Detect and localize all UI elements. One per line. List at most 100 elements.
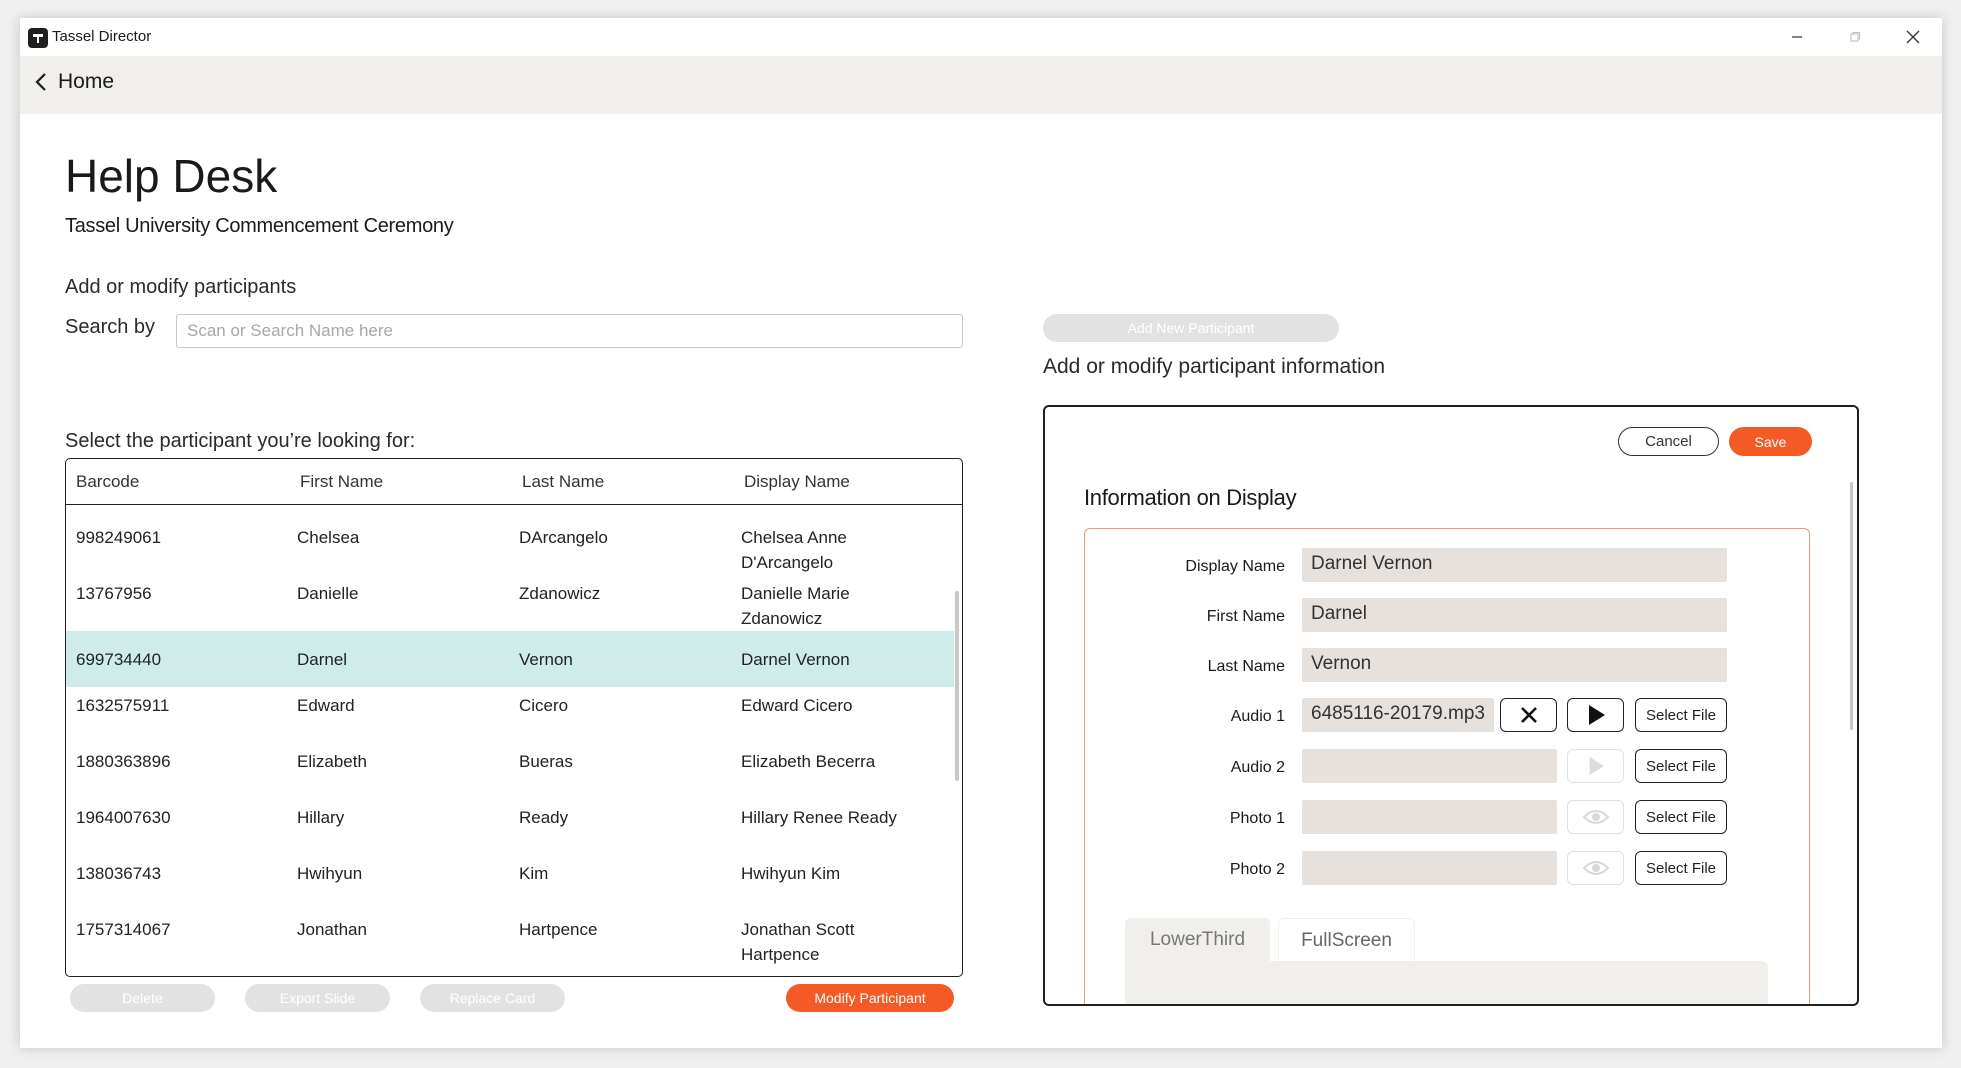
play-icon — [1589, 757, 1604, 775]
table-row[interactable]: 1632575911 Edward Cicero Edward Cicero — [66, 687, 954, 743]
cell-first-name: Danielle — [297, 584, 359, 603]
photo1-select-file-button[interactable]: Select File — [1635, 800, 1727, 834]
nav-bar: Home — [20, 56, 1942, 114]
photo1-preview-button[interactable] — [1567, 800, 1624, 834]
photo1-label: Photo 1 — [1229, 810, 1285, 827]
cell-barcode: 998249061 — [76, 528, 162, 547]
add-new-participant-button[interactable]: Add New Participant — [1043, 314, 1339, 342]
tab-lowerthird[interactable]: LowerThird — [1125, 918, 1270, 962]
app-window: Tassel Director Home Help Desk Tassel Un… — [20, 18, 1942, 1048]
app-title: Tassel Director — [52, 28, 152, 45]
form-scrollbar[interactable] — [1850, 482, 1853, 730]
info-display-box: Display Name Darnel Vernon First Name Da… — [1084, 528, 1810, 1004]
photo1-field[interactable] — [1302, 800, 1557, 834]
tab-fullscreen[interactable]: FullScreen — [1278, 918, 1415, 962]
table-caption: Select the participant you’re looking fo… — [65, 430, 416, 452]
cell-barcode: 13767956 — [76, 584, 152, 603]
eye-icon — [1582, 861, 1609, 875]
close-icon — [1906, 30, 1920, 44]
cell-display-name: Hwihyun Kim — [741, 864, 841, 883]
column-header-first-name[interactable]: First Name — [289, 459, 511, 504]
display-name-label: Display Name — [1185, 558, 1285, 575]
table-row[interactable]: 1964007630 Hillary Ready Hillary Renee R… — [66, 799, 954, 855]
search-by-label: Search by — [65, 316, 156, 338]
cell-last-name: Vernon — [519, 649, 573, 669]
cell-first-name: Hillary — [297, 808, 345, 827]
cell-display-name: Darnel Vernon — [741, 649, 850, 669]
table-row[interactable]: 13767956 Danielle Zdanowicz Danielle Mar… — [66, 575, 954, 631]
export-slide-button[interactable]: Export Slide — [245, 984, 390, 1012]
table-row-selected[interactable]: 699734440 Darnel Vernon Darnel Vernon — [66, 631, 954, 687]
modify-participant-button[interactable]: Modify Participant — [786, 984, 954, 1012]
close-icon — [1520, 707, 1537, 723]
cell-last-name: Kim — [519, 864, 549, 883]
photo2-select-file-button[interactable]: Select File — [1635, 851, 1727, 885]
cell-last-name: Zdanowicz — [519, 584, 601, 603]
cell-last-name: Bueras — [519, 752, 573, 771]
last-name-field[interactable]: Vernon — [1302, 648, 1727, 682]
close-button[interactable] — [1884, 18, 1942, 56]
page-title: Help Desk — [65, 150, 278, 202]
table-scrollbar[interactable] — [955, 591, 959, 781]
column-header-last-name[interactable]: Last Name — [511, 459, 733, 504]
audio1-select-file-button[interactable]: Select File — [1635, 698, 1727, 732]
cell-first-name: Darnel — [297, 649, 348, 669]
tab-panel — [1125, 961, 1768, 1004]
photo2-field[interactable] — [1302, 851, 1557, 885]
cell-last-name: DArcangelo — [519, 528, 608, 547]
back-home-button[interactable]: Home — [34, 70, 114, 94]
first-name-field[interactable]: Darnel — [1302, 598, 1727, 632]
column-header-display-name[interactable]: Display Name — [733, 459, 954, 504]
cell-first-name: Elizabeth — [297, 752, 367, 771]
table-header: Barcode First Name Last Name Display Nam… — [66, 459, 962, 505]
participant-info-section-label: Add or modify participant information — [1043, 355, 1385, 378]
cancel-button[interactable]: Cancel — [1618, 427, 1719, 456]
table-row[interactable]: 998249061 Chelsea DArcangelo Chelsea Ann… — [66, 519, 954, 575]
display-name-field[interactable]: Darnel Vernon — [1302, 548, 1727, 582]
audio1-clear-button[interactable] — [1500, 698, 1557, 732]
delete-button[interactable]: Delete — [70, 984, 215, 1012]
table-row[interactable]: 138036743 Hwihyun Kim Hwihyun Kim — [66, 855, 954, 911]
audio2-select-file-button[interactable]: Select File — [1635, 749, 1727, 783]
cell-display-name: Hillary Renee Ready — [741, 808, 897, 827]
search-input[interactable] — [176, 314, 963, 348]
restore-icon — [1850, 32, 1860, 42]
photo2-label: Photo 2 — [1229, 861, 1285, 878]
replace-card-button[interactable]: Replace Card — [420, 984, 565, 1012]
cell-last-name: Cicero — [519, 696, 569, 715]
play-icon — [1588, 705, 1605, 725]
title-bar: Tassel Director — [20, 18, 1942, 56]
column-header-barcode[interactable]: Barcode — [66, 459, 289, 504]
back-label: Home — [58, 70, 115, 93]
audio2-label: Audio 2 — [1230, 759, 1285, 776]
minimize-button[interactable] — [1768, 18, 1826, 56]
eye-icon — [1582, 810, 1609, 824]
cell-first-name: Hwihyun — [297, 864, 363, 883]
table-body: 998249061 Chelsea DArcangelo Chelsea Ann… — [66, 519, 954, 967]
info-display-heading: Information on Display — [1084, 485, 1297, 510]
last-name-label: Last Name — [1207, 658, 1285, 675]
participant-table: Barcode First Name Last Name Display Nam… — [65, 458, 963, 977]
tassel-logo-icon — [28, 28, 48, 48]
cell-first-name: Chelsea — [297, 528, 360, 547]
audio2-field[interactable] — [1302, 749, 1557, 783]
cell-display-name: Edward Cicero — [741, 696, 853, 715]
participant-form: Cancel Save Information on Display Displ… — [1043, 405, 1859, 1006]
cell-barcode: 138036743 — [76, 864, 162, 883]
cell-first-name: Edward — [297, 696, 355, 715]
audio2-play-button[interactable] — [1567, 749, 1624, 783]
audio1-play-button[interactable] — [1567, 698, 1624, 732]
table-row[interactable]: 1757314067 Jonathan Hartpence Jonathan S… — [66, 911, 954, 967]
photo2-preview-button[interactable] — [1567, 851, 1624, 885]
cell-barcode: 1964007630 — [76, 808, 171, 827]
cell-barcode: 1757314067 — [76, 920, 171, 939]
save-button[interactable]: Save — [1729, 427, 1812, 456]
cell-first-name: Jonathan — [297, 920, 367, 939]
audio1-field[interactable]: 6485116-20179.mp3 — [1302, 698, 1494, 732]
audio1-label: Audio 1 — [1230, 708, 1285, 725]
page-subtitle: Tassel University Commencement Ceremony — [65, 215, 454, 237]
participants-section-label: Add or modify participants — [65, 276, 297, 298]
cell-barcode: 699734440 — [76, 649, 162, 669]
maximize-button[interactable] — [1826, 18, 1884, 56]
table-row[interactable]: 1880363896 Elizabeth Bueras Elizabeth Be… — [66, 743, 954, 799]
